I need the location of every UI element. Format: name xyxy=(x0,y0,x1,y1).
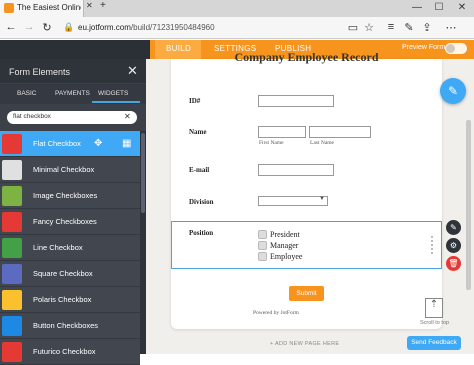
position-label: Position xyxy=(189,229,214,237)
url-field[interactable]: eu.jotform.com/build/71231950484960 xyxy=(78,23,215,32)
widget-thumbnail-icon xyxy=(2,186,22,206)
first-name-sublabel: First Name xyxy=(259,140,284,146)
panel-title: Form Elements xyxy=(9,67,71,77)
widget-thumbnail-icon xyxy=(2,290,22,310)
position-option-label: Employee xyxy=(270,252,303,261)
widget-thumbnail-icon xyxy=(2,238,22,258)
browser-tab-bar: The Easiest Online Form ✕ + — ☐ ✕ xyxy=(0,0,474,17)
id-input[interactable] xyxy=(258,95,334,107)
division-select[interactable] xyxy=(258,196,328,206)
minimize-icon[interactable]: — xyxy=(410,2,424,13)
widget-list-item[interactable]: Futurico Checkbox xyxy=(0,339,140,365)
more-icon[interactable]: ⋯ xyxy=(444,21,458,34)
widget-thumbnail-icon xyxy=(2,342,22,362)
id-label: ID# xyxy=(189,97,201,105)
window-close-icon[interactable]: ✕ xyxy=(455,2,469,13)
share-icon[interactable]: ⇪ xyxy=(420,21,434,34)
widget-thumbnail-icon xyxy=(2,264,22,284)
widget-list-item-label: Flat Checkbox xyxy=(33,139,81,148)
field-drag-handle[interactable] xyxy=(431,236,435,254)
form-title[interactable]: Company Employee Record xyxy=(171,50,442,65)
widget-list-item[interactable]: Line Checkbox xyxy=(0,235,140,261)
chevron-down-icon: ▼ xyxy=(319,196,325,202)
widget-thumbnail-icon xyxy=(2,212,22,232)
forward-icon[interactable]: → xyxy=(22,21,36,33)
search-value: flat checkbox xyxy=(13,113,51,120)
first-name-input[interactable] xyxy=(258,126,306,138)
position-checkbox-employee[interactable] xyxy=(258,252,267,261)
field-settings-gear-icon[interactable]: ⚙ xyxy=(446,238,461,253)
widget-list-item[interactable]: Polaris Checkbox xyxy=(0,287,140,313)
widget-list-item[interactable]: Minimal Checkbox xyxy=(0,157,140,183)
add-new-page-link[interactable]: + ADD NEW PAGE HERE xyxy=(270,341,339,347)
widget-list-item[interactable]: Square Checkbox xyxy=(0,261,140,287)
widget-list-item-label: Polaris Checkbox xyxy=(33,295,92,304)
browser-tab-title: The Easiest Online Form xyxy=(17,3,81,12)
widget-thumbnail-icon xyxy=(2,316,22,336)
topbar-left-section xyxy=(0,40,150,59)
widget-info-icon[interactable]: ▦ xyxy=(122,138,131,149)
widget-list-item[interactable]: Button Checkboxes xyxy=(0,313,140,339)
scroll-to-top-label: Scroll to top xyxy=(420,320,450,326)
lock-icon: 🔒 xyxy=(63,22,75,32)
scroll-to-top-icon[interactable]: ⇡ xyxy=(425,298,443,318)
tab-basic[interactable]: BASIC xyxy=(17,90,37,97)
drag-move-icon[interactable]: ✥ xyxy=(94,138,102,149)
last-name-input[interactable] xyxy=(309,126,371,138)
preview-form-toggle[interactable] xyxy=(445,43,467,54)
tab-widgets-underline xyxy=(92,101,140,103)
field-wand-icon[interactable]: ✎ xyxy=(446,220,461,235)
form-designer-paint-icon[interactable]: ✎ xyxy=(440,78,466,104)
position-checkbox-president[interactable] xyxy=(258,230,267,239)
widget-list-item[interactable]: Flat Checkbox xyxy=(0,131,140,157)
position-checkbox-manager[interactable] xyxy=(258,241,267,250)
hub-icon[interactable]: ≡ xyxy=(384,21,398,33)
position-option-label: President xyxy=(270,230,300,239)
canvas-scrollbar[interactable] xyxy=(466,120,471,290)
search-clear-icon[interactable]: ✕ xyxy=(124,112,131,121)
powered-by-text: Powered by JotForm xyxy=(253,310,299,316)
tab-close-icon[interactable]: ✕ xyxy=(86,1,93,10)
last-name-sublabel: Last Name xyxy=(310,140,334,146)
panel-scroll-thumb[interactable] xyxy=(141,133,145,213)
address-bar: ← → ↻ 🔒 eu.jotform.com/build/71231950484… xyxy=(0,17,474,39)
widget-list-item-label: Image Checkboxes xyxy=(33,191,98,200)
jotform-favicon-icon xyxy=(4,3,14,13)
widget-list-item[interactable]: Image Checkboxes xyxy=(0,183,140,209)
widget-thumbnail-icon xyxy=(2,134,22,154)
tab-payments[interactable]: PAYMENTS xyxy=(55,90,90,97)
maximize-icon[interactable]: ☐ xyxy=(432,2,446,13)
widget-list-item-label: Line Checkbox xyxy=(33,243,83,252)
tab-widgets[interactable]: WIDGETS xyxy=(98,90,128,97)
notes-icon[interactable]: ✎ xyxy=(402,21,416,34)
email-input[interactable] xyxy=(258,164,334,176)
division-label: Division xyxy=(189,198,214,206)
panel-close-icon[interactable]: ✕ xyxy=(127,63,138,79)
email-label: E-mail xyxy=(189,166,210,174)
widget-list-item[interactable]: Fancy Checkboxes xyxy=(0,209,140,235)
refresh-icon[interactable]: ↻ xyxy=(40,21,54,34)
browser-tab[interactable]: The Easiest Online Form xyxy=(0,0,84,17)
widget-list-item-label: Square Checkbox xyxy=(33,269,93,278)
field-delete-icon[interactable]: 🗑 xyxy=(446,256,461,271)
submit-button[interactable]: Submit xyxy=(289,286,324,301)
widget-list-item-label: Button Checkboxes xyxy=(33,321,99,330)
name-label: Name xyxy=(189,128,207,136)
widget-list-item-label: Fancy Checkboxes xyxy=(33,217,97,226)
send-feedback-button[interactable]: Send Feedback xyxy=(407,336,461,350)
new-tab-icon[interactable]: + xyxy=(100,0,106,11)
widget-list-item-label: Futurico Checkbox xyxy=(33,347,96,356)
favorite-star-icon[interactable]: ☆ xyxy=(362,21,376,34)
widget-thumbnail-icon xyxy=(2,160,22,180)
position-option-label: Manager xyxy=(270,241,299,250)
back-icon[interactable]: ← xyxy=(4,21,18,33)
widget-list-item-label: Minimal Checkbox xyxy=(33,165,95,174)
reading-view-icon[interactable]: ▭ xyxy=(346,21,360,34)
